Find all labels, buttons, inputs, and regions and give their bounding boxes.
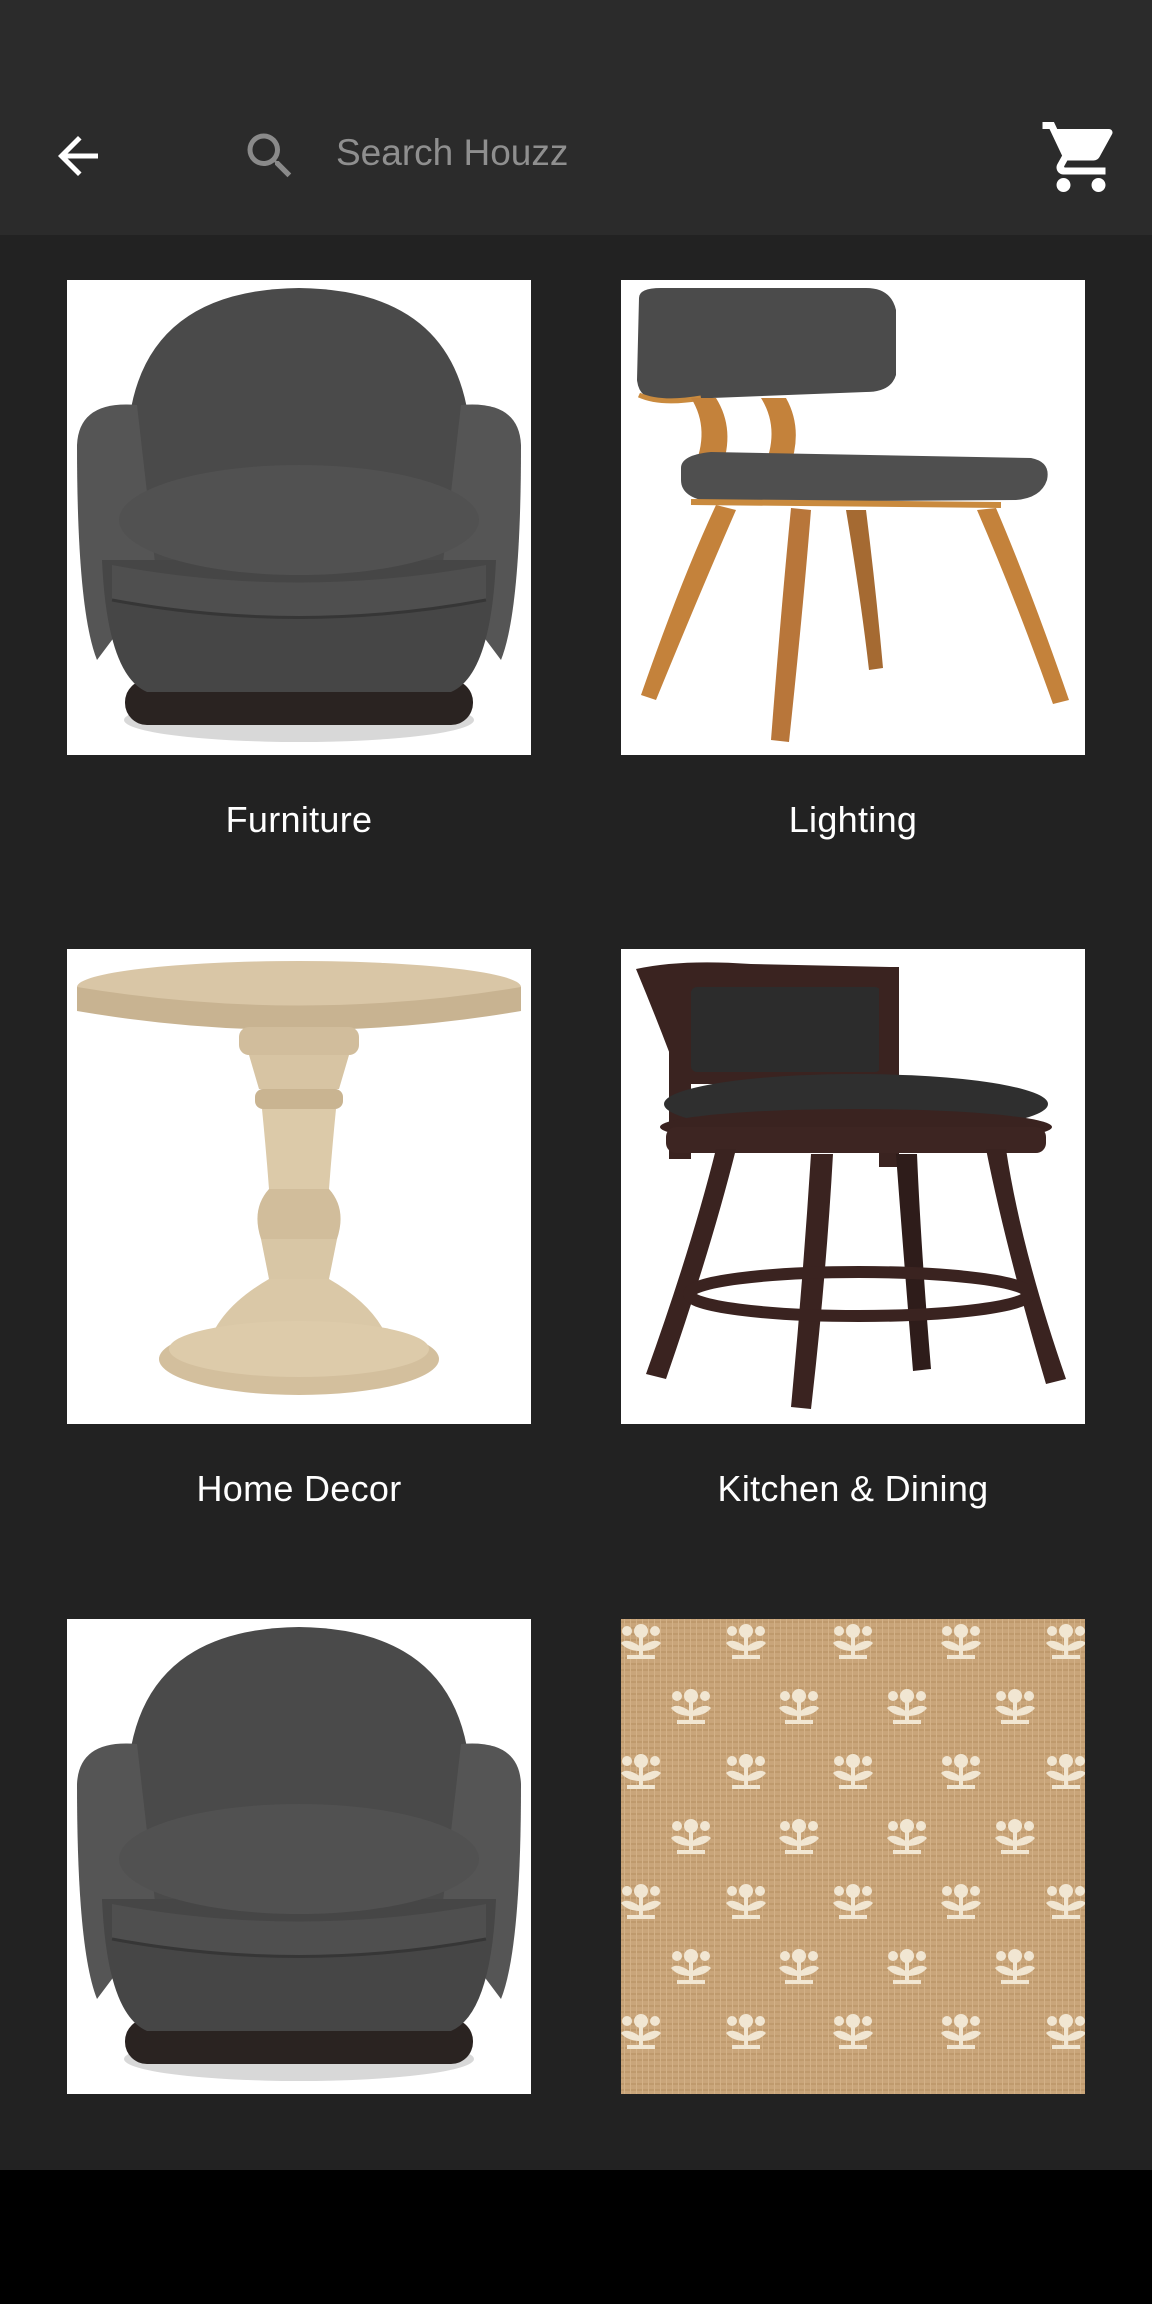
- category-card-kitchen-dining[interactable]: Kitchen & Dining: [621, 949, 1085, 1510]
- counter-stool-image: [621, 949, 1085, 1424]
- category-image: [67, 1619, 531, 2094]
- category-label: Kitchen & Dining: [717, 1468, 989, 1509]
- pedestal-table-image: [67, 949, 531, 1424]
- system-navigation-bar: [0, 2170, 1152, 2304]
- rug-image: [621, 1619, 1085, 2094]
- category-grid: Furniture Lighting Home Decor Kitchen & …: [0, 235, 1152, 2170]
- search-input[interactable]: [336, 118, 976, 188]
- category-card-lighting[interactable]: Lighting: [621, 280, 1085, 841]
- dining-chair-image: [621, 280, 1085, 755]
- category-image: [621, 280, 1085, 755]
- category-card[interactable]: [67, 1619, 531, 2138]
- app-bar: [0, 0, 1152, 235]
- category-image: [67, 949, 531, 1424]
- category-label: Home Decor: [196, 1468, 402, 1509]
- category-card-home-decor[interactable]: Home Decor: [67, 949, 531, 1510]
- shopping-cart-icon: [1042, 122, 1113, 192]
- armchair-image: [67, 1619, 531, 2094]
- search-bar[interactable]: [220, 110, 1000, 200]
- search-icon: [247, 133, 292, 178]
- armchair-image: [67, 280, 531, 755]
- houzz-shop-screen: Furniture Lighting: [0, 0, 1152, 2304]
- arrow-left-icon: [58, 136, 98, 176]
- category-image: [621, 949, 1085, 1424]
- category-label: Lighting: [788, 799, 918, 840]
- category-card-furniture[interactable]: Furniture: [67, 280, 531, 841]
- cart-button[interactable]: [1036, 112, 1126, 202]
- back-button[interactable]: [38, 120, 118, 192]
- category-card[interactable]: [621, 1619, 1085, 2138]
- category-image: [67, 280, 531, 755]
- category-image: [621, 1619, 1085, 2094]
- category-label: Furniture: [225, 799, 373, 840]
